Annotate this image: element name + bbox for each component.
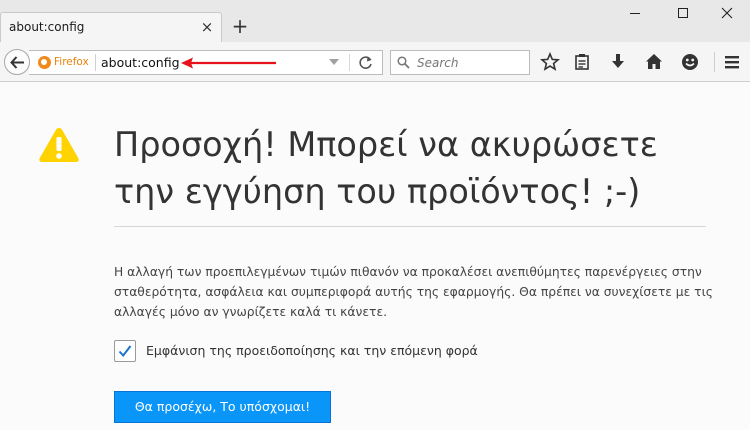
navigation-toolbar: Firefox about:config Search [0,42,750,82]
page-title: Προσοχή! Μπορεί να ακυρώσετε την εγγύηση… [114,125,658,211]
minimize-button[interactable] [612,0,658,26]
back-arrow-icon [10,56,24,69]
tab-about-config[interactable]: about:config × [0,12,222,43]
back-button[interactable] [4,49,30,75]
show-warning-checkbox[interactable] [114,340,136,362]
search-icon [397,56,410,69]
home-icon[interactable] [644,52,664,72]
download-icon[interactable] [608,52,628,72]
reading-list-icon[interactable] [572,52,592,72]
annotation-arrow [181,57,276,69]
show-warning-label[interactable]: Εμφάνιση της προειδοποίησης και την επόμ… [146,343,478,358]
close-window-button[interactable] [704,0,750,26]
tab-title: about:config [9,20,85,34]
toolbar-divider [714,52,715,72]
url-divider-2 [349,54,350,71]
bookmark-star-icon[interactable] [540,52,560,72]
title-divider [114,226,706,227]
dropdown-arrow-icon[interactable] [329,59,339,65]
identity-label[interactable]: Firefox [54,56,89,68]
warning-icon [39,128,79,162]
firefox-icon [38,56,51,69]
search-bar[interactable]: Search [390,50,530,75]
maximize-icon [678,8,688,18]
search-placeholder: Search [417,56,459,70]
minimize-icon [630,13,640,14]
hello-icon[interactable] [680,52,700,72]
warning-description: Η αλλαγή των προεπιλεγμένων τιμών πιθανό… [114,265,713,319]
menu-icon[interactable] [722,52,742,72]
maximize-button[interactable] [660,0,706,26]
accept-risk-button[interactable]: Θα προσέχω, Το υπόσχομαι! [114,391,331,423]
new-tab-button[interactable]: + [230,16,250,36]
tab-close-icon[interactable]: × [199,19,215,35]
url-text[interactable]: about:config [101,55,180,70]
reload-icon[interactable] [357,54,375,72]
title-bar: about:config × + [0,0,750,43]
url-divider [95,54,96,71]
checkmark-icon [118,345,132,358]
close-icon [721,7,733,19]
